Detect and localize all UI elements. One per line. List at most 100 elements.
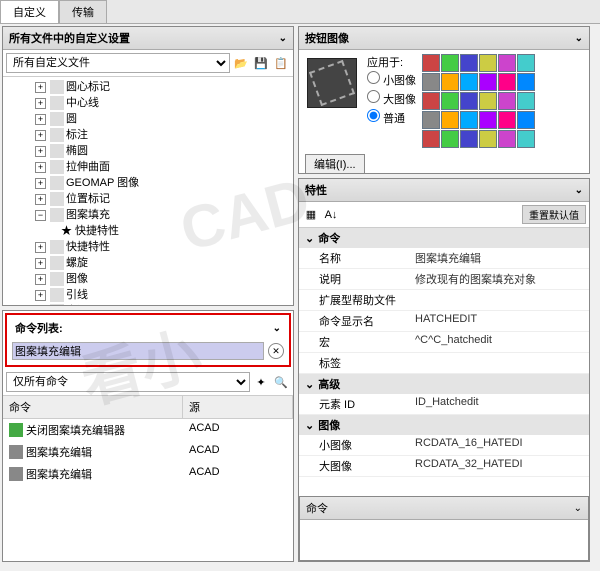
prop-row[interactable]: 说明修改现有的图案填充对象 [299, 269, 589, 290]
prop-row[interactable]: 名称图案填充编辑 [299, 248, 589, 269]
palette-icon[interactable] [498, 54, 516, 72]
palette-icon[interactable] [498, 130, 516, 148]
palette-icon[interactable] [441, 111, 459, 129]
sort-icon[interactable]: A↓ [322, 206, 340, 224]
tree-item[interactable]: +圆 [5, 111, 291, 127]
tree-toggle-icon[interactable]: + [35, 274, 46, 285]
list-item[interactable]: 图案填充编辑ACAD [3, 463, 293, 485]
tree-item[interactable]: +快捷特性 [5, 239, 291, 255]
new-cmd-icon[interactable]: ✦ [252, 373, 270, 391]
tree-toggle-icon[interactable]: + [35, 114, 46, 125]
saveall-icon[interactable]: 📋 [272, 54, 290, 72]
palette-icon[interactable] [479, 54, 497, 72]
palette-icon[interactable] [422, 130, 440, 148]
tree-toggle-icon[interactable]: + [35, 146, 46, 157]
tab-customize[interactable]: 自定义 [0, 0, 59, 23]
prop-section[interactable]: ⌄命令 [299, 228, 589, 248]
prop-row[interactable]: 命令显示名HATCHEDIT [299, 311, 589, 332]
col-cmd[interactable]: 命令 [3, 396, 183, 418]
tree-item[interactable]: +引线 [5, 287, 291, 303]
tree-item[interactable]: +椭圆 [5, 143, 291, 159]
palette-icon[interactable] [460, 73, 478, 91]
palette-icon[interactable] [422, 73, 440, 91]
palette-icon[interactable] [422, 111, 440, 129]
tree-toggle-icon[interactable]: + [35, 162, 46, 173]
tree-toggle-icon[interactable]: + [35, 290, 46, 301]
tree-item[interactable]: +拉伸曲面 [5, 159, 291, 175]
custom-file-select[interactable]: 所有自定义文件 [6, 53, 230, 73]
tree-item[interactable]: +位置标记 [5, 191, 291, 207]
prop-row[interactable]: 大图像RCDATA_32_HATEDI [299, 456, 589, 477]
palette-icon[interactable] [498, 111, 516, 129]
tree-item-child[interactable]: ★ 快捷特性 [5, 223, 291, 239]
palette-icon[interactable] [479, 92, 497, 110]
tree-item[interactable]: +光源 [5, 303, 291, 305]
palette-icon[interactable] [441, 54, 459, 72]
palette-icon[interactable] [479, 130, 497, 148]
palette-icon[interactable] [460, 130, 478, 148]
prop-row[interactable]: 宏^C^C_hatchedit [299, 332, 589, 353]
tree-item[interactable]: −图案填充 [5, 207, 291, 223]
find-icon[interactable]: 🔍 [272, 373, 290, 391]
palette-icon[interactable] [517, 54, 535, 72]
tree-toggle-icon[interactable]: + [35, 82, 46, 93]
save-icon[interactable]: 💾 [252, 54, 270, 72]
tree-item[interactable]: +中心线 [5, 95, 291, 111]
tree-item[interactable]: +GEOMAP 图像 [5, 175, 291, 191]
collapse-icon[interactable]: ⌄ [574, 503, 582, 514]
tab-transfer[interactable]: 传输 [59, 0, 107, 23]
palette-icon[interactable] [498, 73, 516, 91]
edit-button[interactable]: 编辑(I)... [305, 154, 365, 174]
palette-icon[interactable] [441, 92, 459, 110]
prop-section[interactable]: ⌄图像 [299, 415, 589, 435]
palette-icon[interactable] [441, 130, 459, 148]
palette-icon[interactable] [498, 92, 516, 110]
palette-icon[interactable] [441, 73, 459, 91]
col-src[interactable]: 源 [183, 396, 293, 418]
icon-palette[interactable] [422, 54, 535, 148]
collapse-icon[interactable]: ⌄ [575, 33, 583, 44]
palette-icon[interactable] [517, 111, 535, 129]
collapse-icon[interactable]: ⌄ [273, 323, 281, 334]
categorize-icon[interactable]: ▦ [302, 206, 320, 224]
tree-item[interactable]: +标注 [5, 127, 291, 143]
palette-icon[interactable] [460, 111, 478, 129]
palette-icon[interactable] [517, 92, 535, 110]
tree-toggle-icon[interactable]: + [35, 242, 46, 253]
collapse-icon[interactable]: ⌄ [279, 33, 287, 44]
tree-item[interactable]: +图像 [5, 271, 291, 287]
palette-icon[interactable] [422, 92, 440, 110]
palette-icon[interactable] [479, 73, 497, 91]
palette-icon[interactable] [422, 54, 440, 72]
palette-icon[interactable] [460, 92, 478, 110]
tree-item[interactable]: +圆心标记 [5, 79, 291, 95]
radio-normal[interactable]: 普通 [367, 108, 416, 127]
tree-item[interactable]: +螺旋 [5, 255, 291, 271]
tree-toggle-icon[interactable]: + [35, 194, 46, 205]
prop-row[interactable]: 标签 [299, 353, 589, 374]
cmd-filter-select[interactable]: 仅所有命令 [6, 372, 250, 392]
tree-toggle-icon[interactable]: + [35, 98, 46, 109]
tree-toggle-icon[interactable]: + [35, 178, 46, 189]
prop-row[interactable]: 小图像RCDATA_16_HATEDI [299, 435, 589, 456]
cmd-search-input[interactable] [12, 342, 264, 360]
palette-icon[interactable] [517, 130, 535, 148]
radio-large[interactable]: 大图像 [367, 89, 416, 108]
palette-icon[interactable] [460, 54, 478, 72]
palette-icon[interactable] [479, 111, 497, 129]
palette-icon[interactable] [517, 73, 535, 91]
prop-row[interactable]: 元素 IDID_Hatchedit [299, 394, 589, 415]
collapse-icon[interactable]: ⌄ [575, 185, 583, 196]
prop-row[interactable]: 扩展型帮助文件 [299, 290, 589, 311]
tree-toggle-icon[interactable]: + [35, 258, 46, 269]
list-item[interactable]: 图案填充编辑ACAD [3, 441, 293, 463]
tree-toggle-icon[interactable]: + [35, 130, 46, 141]
radio-small[interactable]: 小图像 [367, 70, 416, 89]
custom-tree[interactable]: +圆心标记+中心线+圆+标注+椭圆+拉伸曲面+GEOMAP 图像+位置标记−图案… [3, 77, 293, 305]
prop-section[interactable]: ⌄高级 [299, 374, 589, 394]
tree-toggle-icon[interactable]: − [35, 210, 46, 221]
clear-search-icon[interactable]: ✕ [268, 343, 284, 359]
reset-button[interactable]: 重置默认值 [522, 205, 586, 224]
list-item[interactable]: 关闭图案填充编辑器ACAD [3, 419, 293, 441]
open-icon[interactable]: 📂 [232, 54, 250, 72]
